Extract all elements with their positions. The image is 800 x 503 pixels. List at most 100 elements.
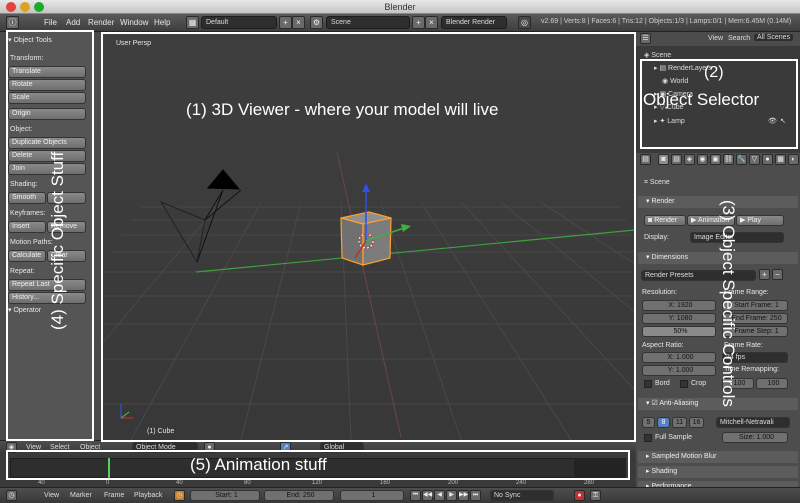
next-keyframe-icon[interactable]: ▶▶ [458, 490, 469, 501]
menu-file[interactable]: File [44, 18, 57, 27]
tick-7: 240 [516, 480, 527, 486]
material-tab-icon[interactable]: ● [762, 154, 773, 165]
resolution-x-field[interactable]: X: 1920 [642, 300, 716, 311]
full-sample-checkbox[interactable] [644, 434, 652, 442]
properties-breadcrumb: ⌗ Scene [644, 179, 670, 186]
texture-tab-icon[interactable]: ▦ [775, 154, 786, 165]
annotation-object-selector: Object Selector [643, 90, 760, 109]
render-engine-selector[interactable]: Blender Render [441, 16, 507, 29]
resolution-percent-field[interactable]: 50% [642, 326, 716, 337]
anti-aliasing-checkbox[interactable]: ☑ [651, 400, 657, 407]
outliner-all-scenes-selector[interactable]: All Scenes [754, 34, 794, 41]
timeline-end-field[interactable]: End: 250 [264, 490, 334, 501]
time-remap-new-field[interactable]: 100 [756, 378, 788, 389]
outliner-item-scene[interactable]: ◈ Scene [644, 51, 671, 59]
menu-help[interactable]: Help [154, 18, 170, 27]
tick-6: 200 [448, 480, 459, 486]
shading-panel-header[interactable]: ▸ Shading [638, 466, 798, 478]
timeline-editor-icon[interactable]: ◷ [6, 490, 17, 501]
play-reverse-icon[interactable]: ◀ [434, 490, 445, 501]
timeline-view-menu[interactable]: View [44, 492, 59, 499]
aa-samples-11[interactable]: 11 [672, 417, 687, 428]
delete-scene-icon[interactable]: × [425, 16, 438, 29]
preview-range-icon[interactable]: ◷ [174, 490, 185, 501]
motion-blur-panel-label: Sampled Motion Blur [651, 453, 717, 460]
anti-aliasing-panel-label: Anti-Aliasing [659, 400, 699, 407]
info-header: ⓘ File Add Render Window Help ▦ Default … [0, 14, 800, 32]
jump-start-icon[interactable]: ⏮ [410, 490, 421, 501]
keying-set-icon[interactable]: ⚿ [590, 490, 601, 501]
render-presets-selector[interactable]: Render Presets [641, 270, 756, 281]
annotation-object-stuff: (4) Specific Object Stuff [48, 151, 67, 330]
remove-preset-icon[interactable]: − [772, 269, 783, 280]
add-scene-icon[interactable]: + [412, 16, 425, 29]
aa-samples-5[interactable]: 5 [642, 417, 655, 428]
annotation-animation: (5) Animation stuff [190, 455, 327, 474]
window-title: Blender [384, 2, 416, 12]
modifiers-tab-icon[interactable]: 🔧 [736, 154, 747, 165]
scene-tab-icon[interactable]: ◈ [684, 154, 695, 165]
prev-keyframe-icon[interactable]: ◀◀ [422, 490, 433, 501]
object-tab-icon[interactable]: ▣ [710, 154, 721, 165]
annotation-3d-viewer: (1) 3D Viewer - where your model will li… [186, 100, 499, 119]
blender-logo-icon: ◎ [518, 16, 531, 29]
tick-0: 40 [38, 480, 45, 486]
screen-layout-icon[interactable]: ▦ [186, 16, 199, 29]
scene-selector[interactable]: Scene [326, 16, 410, 29]
properties-editor-icon[interactable]: ▤ [640, 154, 651, 165]
tick-8: 280 [584, 480, 595, 486]
blender-window: Blender ⓘ File Add Render Window Help ▦ … [0, 0, 800, 503]
aa-filter-selector[interactable]: Mitchell-Netravali [716, 417, 790, 428]
properties-tabs: ▤ ◙ ▤ ◈ ◉ ▣ ⛓ 🔧 ▽ ● ▦ ◐ [636, 153, 800, 167]
jump-end-icon[interactable]: ⏭ [470, 490, 481, 501]
shading-panel-label: Shading [651, 468, 678, 475]
add-preset-icon[interactable]: + [759, 269, 770, 280]
close-window-button[interactable] [6, 2, 16, 12]
aa-samples-16[interactable]: 16 [689, 417, 704, 428]
outliner-header: ☰ View Search All Scenes [636, 32, 800, 46]
world-tab-icon[interactable]: ◉ [697, 154, 708, 165]
outliner-view-menu[interactable]: View [708, 35, 723, 42]
menu-window[interactable]: Window [120, 18, 148, 27]
outliner-item-scene-label: Scene [651, 52, 672, 59]
sync-selector[interactable]: No Sync [490, 490, 554, 501]
record-icon[interactable]: ● [574, 490, 585, 501]
render-panel-label: Render [651, 198, 675, 205]
border-checkbox[interactable] [644, 380, 652, 388]
physics-tab-icon[interactable]: ◐ [788, 154, 799, 165]
resolution-y-field[interactable]: Y: 1080 [642, 313, 716, 324]
timeline-frame-menu[interactable]: Frame [104, 492, 124, 499]
render-button[interactable]: ◙ Render [644, 215, 686, 226]
data-tab-icon[interactable]: ▽ [749, 154, 760, 165]
constraints-tab-icon[interactable]: ⛓ [723, 154, 734, 165]
outliner-search-menu[interactable]: Search [728, 35, 750, 42]
layout-selector[interactable]: Default [201, 16, 277, 29]
aa-size-field[interactable]: Size: 1.000 [722, 432, 788, 443]
aa-samples-8[interactable]: 8 [657, 417, 670, 428]
crop-label: Crop [691, 380, 707, 387]
menu-add[interactable]: Add [66, 18, 80, 27]
add-layout-icon[interactable]: + [279, 16, 292, 29]
timeline-playback-menu[interactable]: Playback [134, 492, 162, 499]
outliner-editor-icon[interactable]: ☰ [640, 33, 651, 44]
delete-layout-icon[interactable]: × [292, 16, 305, 29]
timeline-marker-menu[interactable]: Marker [70, 492, 92, 499]
current-frame-field[interactable]: 1 [340, 490, 404, 501]
menu-render[interactable]: Render [88, 18, 114, 27]
render-layers-tab-icon[interactable]: ▤ [671, 154, 682, 165]
play-icon[interactable]: ▶ [446, 490, 457, 501]
zoom-window-button[interactable] [34, 2, 44, 12]
annotation-object-selector-number: (2) [704, 64, 724, 81]
tick-4: 120 [312, 480, 323, 486]
motion-blur-panel-header[interactable]: ▸ Sampled Motion Blur [638, 451, 798, 463]
play-button[interactable]: ▶ Play [736, 215, 784, 226]
minimize-window-button[interactable] [20, 2, 30, 12]
aspect-y-field[interactable]: Y: 1.000 [642, 365, 716, 376]
timeline-start-field[interactable]: Start: 1 [190, 490, 260, 501]
render-tab-icon[interactable]: ◙ [658, 154, 669, 165]
info-editor-icon[interactable]: ⓘ [6, 16, 19, 29]
aspect-x-field[interactable]: X: 1.000 [642, 352, 716, 363]
breadcrumb-scene: Scene [649, 179, 670, 186]
crop-checkbox[interactable] [680, 380, 688, 388]
scene-icon[interactable]: ⚙ [310, 16, 323, 29]
